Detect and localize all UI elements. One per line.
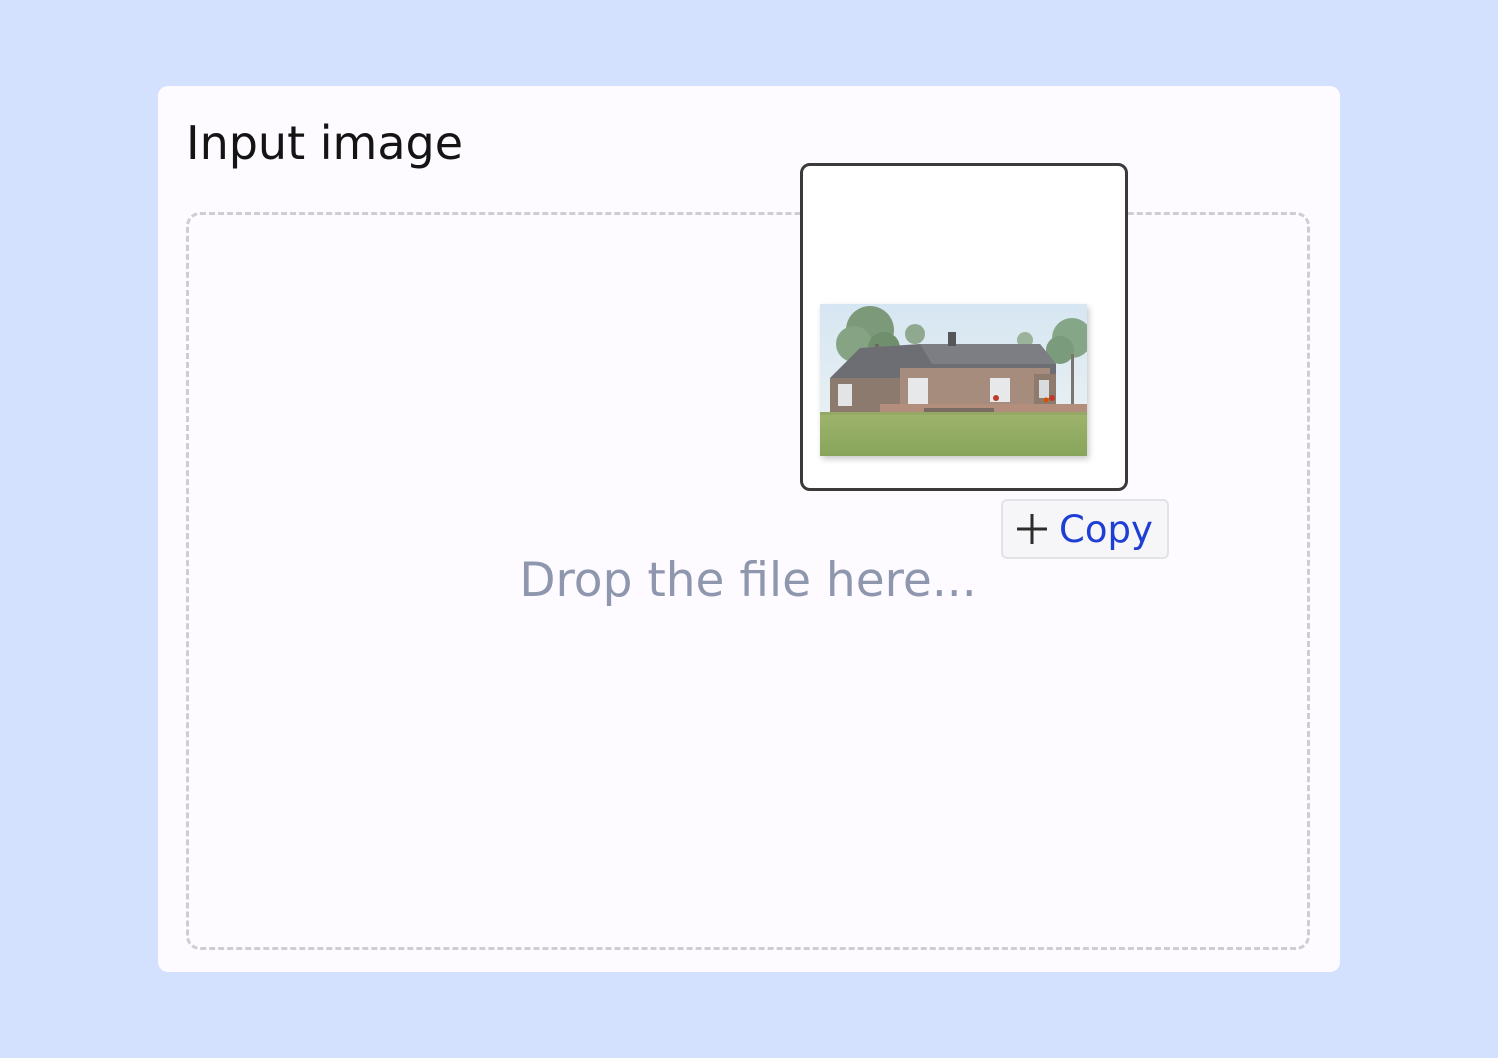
copy-drop-indicator: Copy (1001, 499, 1169, 559)
dragged-file-preview (800, 163, 1128, 491)
panel-title: Input image (186, 116, 464, 170)
dropzone-prompt: Drop the file here... (519, 553, 977, 608)
file-dropzone[interactable]: Drop the file here... (186, 212, 1310, 950)
house-thumbnail-image (820, 304, 1087, 456)
copy-label: Copy (1059, 507, 1153, 551)
plus-icon (1017, 514, 1047, 544)
